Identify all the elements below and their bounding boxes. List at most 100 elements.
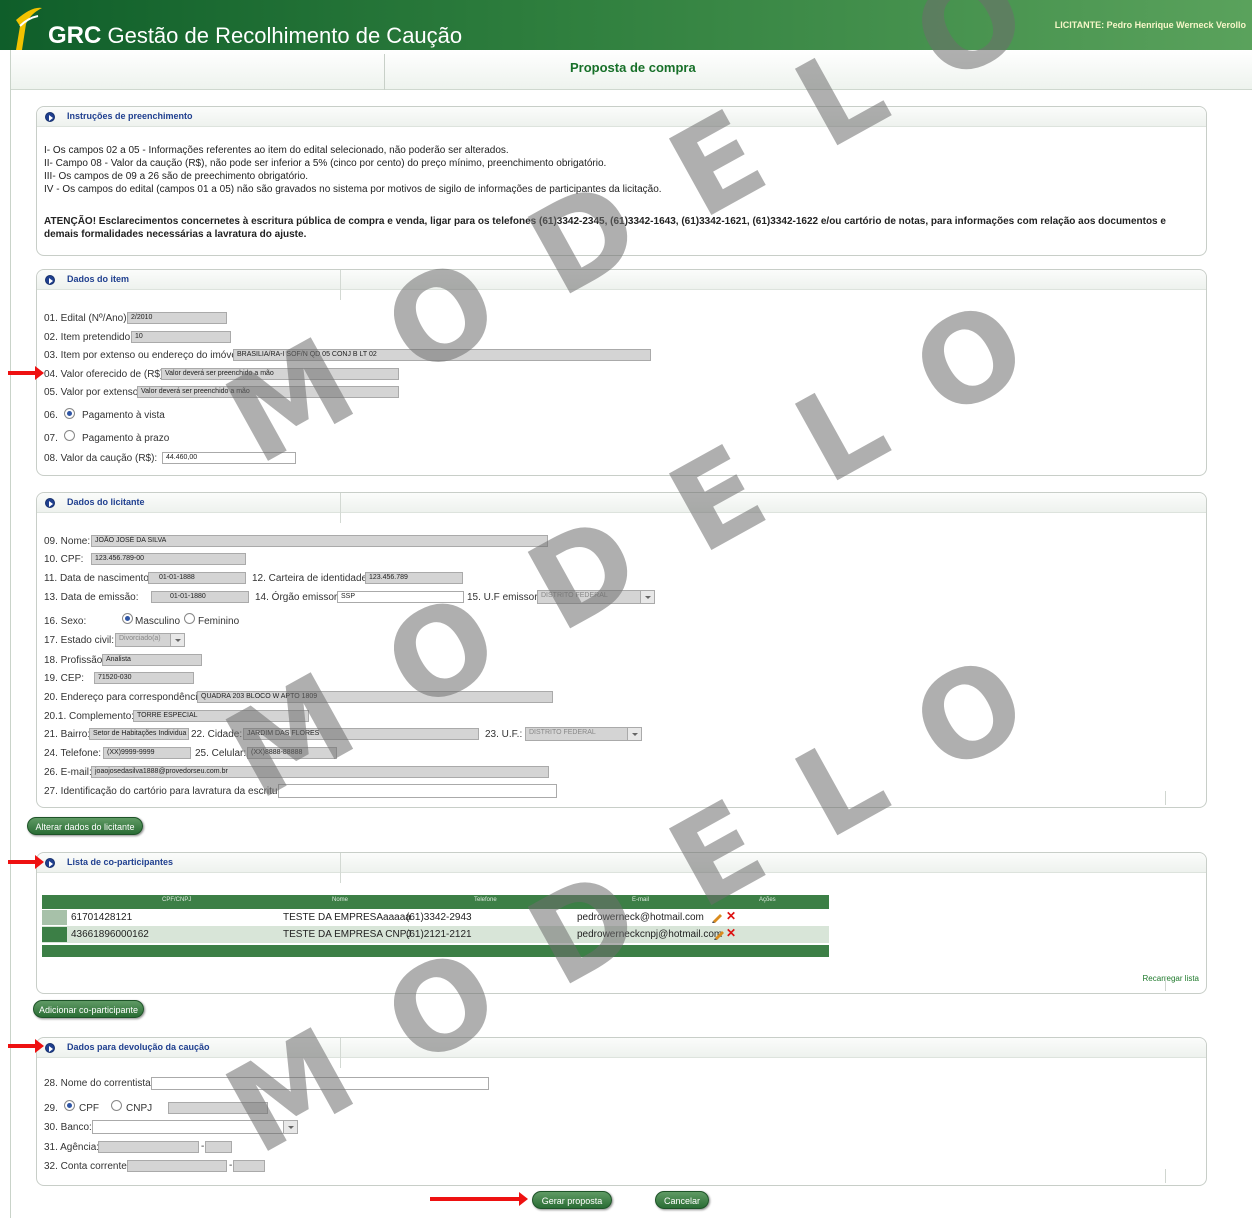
- extenso-field[interactable]: BRASILIA/RA-I SOF/N QD 05 CONJ B LT 02: [233, 349, 651, 361]
- app-header: GRC Gestão de Recolhimento de Caução LIC…: [0, 0, 1252, 50]
- feminino-radio[interactable]: [184, 613, 195, 624]
- section-bullet-icon: [45, 1043, 55, 1053]
- column-header: Nome: [332, 897, 349, 903]
- conta-field[interactable]: [127, 1160, 227, 1172]
- prazo-number: 07.: [44, 433, 58, 444]
- section-bullet-icon: [45, 858, 55, 868]
- item-field[interactable]: 10: [131, 331, 231, 343]
- uf-label: 23. U.F.:: [485, 729, 523, 740]
- telefone-cell: (61)3342-2943: [406, 912, 472, 923]
- edit-icon[interactable]: [711, 911, 723, 923]
- banco-select[interactable]: [92, 1120, 298, 1134]
- delete-icon[interactable]: ✕: [726, 926, 736, 940]
- complemento-field[interactable]: TORRE ESPECIAL: [133, 710, 309, 722]
- telefone-cell: (61)2121-2121: [406, 929, 472, 940]
- email-field[interactable]: joaojosedasilva1888@provedorseu.com.br: [91, 766, 549, 778]
- documento-field[interactable]: [168, 1102, 268, 1114]
- alterar-licitante-button[interactable]: Alterar dados do licitante: [27, 817, 143, 835]
- correntista-field[interactable]: [151, 1077, 489, 1090]
- valor-extenso-field[interactable]: Valor deverá ser preenchido a mão: [137, 386, 399, 398]
- subheader-divider: [384, 54, 385, 90]
- sexo-label: 16. Sexo:: [44, 616, 87, 627]
- conta-digito-field[interactable]: [233, 1160, 265, 1172]
- uf-select[interactable]: DISTRITO FEDERAL: [525, 727, 642, 741]
- estado-civil-select[interactable]: Divorciado(a): [115, 633, 185, 647]
- emissao-field[interactable]: 01-01-1880: [151, 591, 249, 603]
- cartorio-field[interactable]: [278, 784, 557, 798]
- add-coparticipante-button[interactable]: Adicionar co-participante: [33, 1000, 144, 1018]
- edital-label: 01. Edital (Nº/Ano):: [44, 313, 130, 324]
- coparticipantes-panel: Lista de co-participantes CPF/CNPJ Nome …: [36, 852, 1207, 994]
- valor-field[interactable]: Valor deverá ser preenchido a mão: [161, 368, 399, 380]
- cep-label: 19. CEP:: [44, 673, 85, 684]
- reload-list-link[interactable]: Recarregar lista: [1143, 974, 1199, 983]
- cidade-field[interactable]: JARDIM DAS FLORES: [243, 728, 479, 740]
- row-selector[interactable]: [42, 910, 67, 925]
- item-label: 02. Item pretendido:: [44, 332, 133, 343]
- page-subheader: Proposta de compra: [10, 50, 1252, 90]
- devolucao-header: Dados para devolução da caução: [37, 1038, 1206, 1068]
- feminino-label: Feminino: [198, 616, 240, 627]
- identidade-label: 12. Carteira de identidade:: [252, 573, 370, 584]
- profissao-field[interactable]: Analista: [102, 654, 202, 666]
- tipo-number: 29.: [44, 1103, 58, 1114]
- edit-icon[interactable]: [713, 928, 725, 940]
- doc-cell: 61701428121: [71, 912, 133, 923]
- app-name: Gestão de Recolhimento de Caução: [107, 23, 463, 48]
- cpf-radio[interactable]: [64, 1100, 75, 1111]
- row-selector[interactable]: [42, 927, 67, 942]
- user-label: LICITANTE: Pedro Henrique Werneck Veroll…: [1054, 20, 1246, 30]
- vista-radio[interactable]: [64, 408, 75, 419]
- section-bullet-icon: [45, 498, 55, 508]
- valor-extenso-label: 05. Valor por extenso:: [44, 387, 142, 398]
- agencia-field[interactable]: [98, 1141, 199, 1153]
- cidade-label: 22. Cidade:: [191, 729, 243, 740]
- table-row[interactable]: 43661896000162 TESTE DA EMPRESA CNPJ (61…: [42, 926, 829, 943]
- cancel-button[interactable]: Cancelar: [655, 1191, 709, 1209]
- nome-cell: TESTE DA EMPRESAaaaaa: [283, 912, 411, 923]
- instruction-line: III- Os campos de 09 a 26 são de preechi…: [44, 171, 309, 182]
- agencia-digito-field[interactable]: [205, 1141, 232, 1153]
- arrow-right-icon: [8, 855, 44, 869]
- cep-field[interactable]: 71520-030: [94, 672, 194, 684]
- masculino-radio[interactable]: [122, 613, 133, 624]
- email-label: 26. E-mail:: [44, 767, 92, 778]
- conta-dash: -: [229, 1160, 233, 1171]
- nascimento-field[interactable]: 01-01-1888: [148, 572, 246, 584]
- caucao-field[interactable]: 44.460,00: [162, 452, 296, 464]
- instructions-panel: Instruções de preenchimento I- Os campos…: [36, 106, 1207, 256]
- devolucao-panel: Dados para devolução da caução 28. Nome …: [36, 1037, 1207, 1186]
- telefone-field[interactable]: (XX)9999-9999: [103, 747, 191, 759]
- cpf-field[interactable]: 123.456.789-00: [91, 553, 246, 565]
- edital-field[interactable]: 2/2010: [127, 312, 227, 324]
- table-row[interactable]: 61701428121 TESTE DA EMPRESAaaaaa (61)33…: [42, 909, 829, 926]
- emissao-label: 13. Data de emissão:: [44, 592, 139, 603]
- celular-field[interactable]: (XX)8888-88888: [247, 747, 337, 759]
- column-header: Ações: [759, 897, 776, 903]
- licitante-header: Dados do licitante: [37, 493, 1206, 523]
- chevron-down-icon: [283, 1121, 297, 1133]
- profissao-label: 18. Profissão: [44, 655, 103, 666]
- identidade-field[interactable]: 123.456.789: [365, 572, 463, 584]
- cpf-option-label: CPF: [79, 1103, 99, 1114]
- uf-emissor-select[interactable]: DISTRITO FEDERAL: [537, 590, 655, 604]
- left-rule: [10, 50, 11, 1218]
- banco-label: 30. Banco:: [44, 1122, 92, 1133]
- item-panel: Dados do item 01. Edital (Nº/Ano): 2/201…: [36, 269, 1207, 476]
- prazo-radio[interactable]: [64, 430, 75, 441]
- uf-value: DISTRITO FEDERAL: [529, 729, 596, 736]
- header-divider: [340, 1038, 341, 1068]
- delete-icon[interactable]: ✕: [726, 909, 736, 923]
- endereco-field[interactable]: QUADRA 203 BLOCO W APTO 1809: [197, 691, 553, 703]
- orgao-field[interactable]: SSP: [337, 591, 464, 603]
- caucao-label: 08. Valor da caução (R$):: [44, 453, 158, 464]
- gerar-proposta-button[interactable]: Gerar proposta: [532, 1191, 612, 1209]
- nome-field[interactable]: JOÃO JOSÉ DA SILVA: [91, 535, 548, 547]
- column-header: Telefone: [474, 897, 497, 903]
- section-bullet-icon: [45, 112, 55, 122]
- bairro-field[interactable]: Setor de Habitações Individua: [89, 728, 189, 740]
- instruction-line: I- Os campos 02 a 05 - Informações refer…: [44, 145, 509, 156]
- cnpj-radio[interactable]: [111, 1100, 122, 1111]
- cartorio-label: 27. Identificação do cartório para lavra…: [44, 786, 290, 797]
- coparticipantes-table: CPF/CNPJ Nome Telefone E-mail Ações 6170…: [42, 895, 829, 957]
